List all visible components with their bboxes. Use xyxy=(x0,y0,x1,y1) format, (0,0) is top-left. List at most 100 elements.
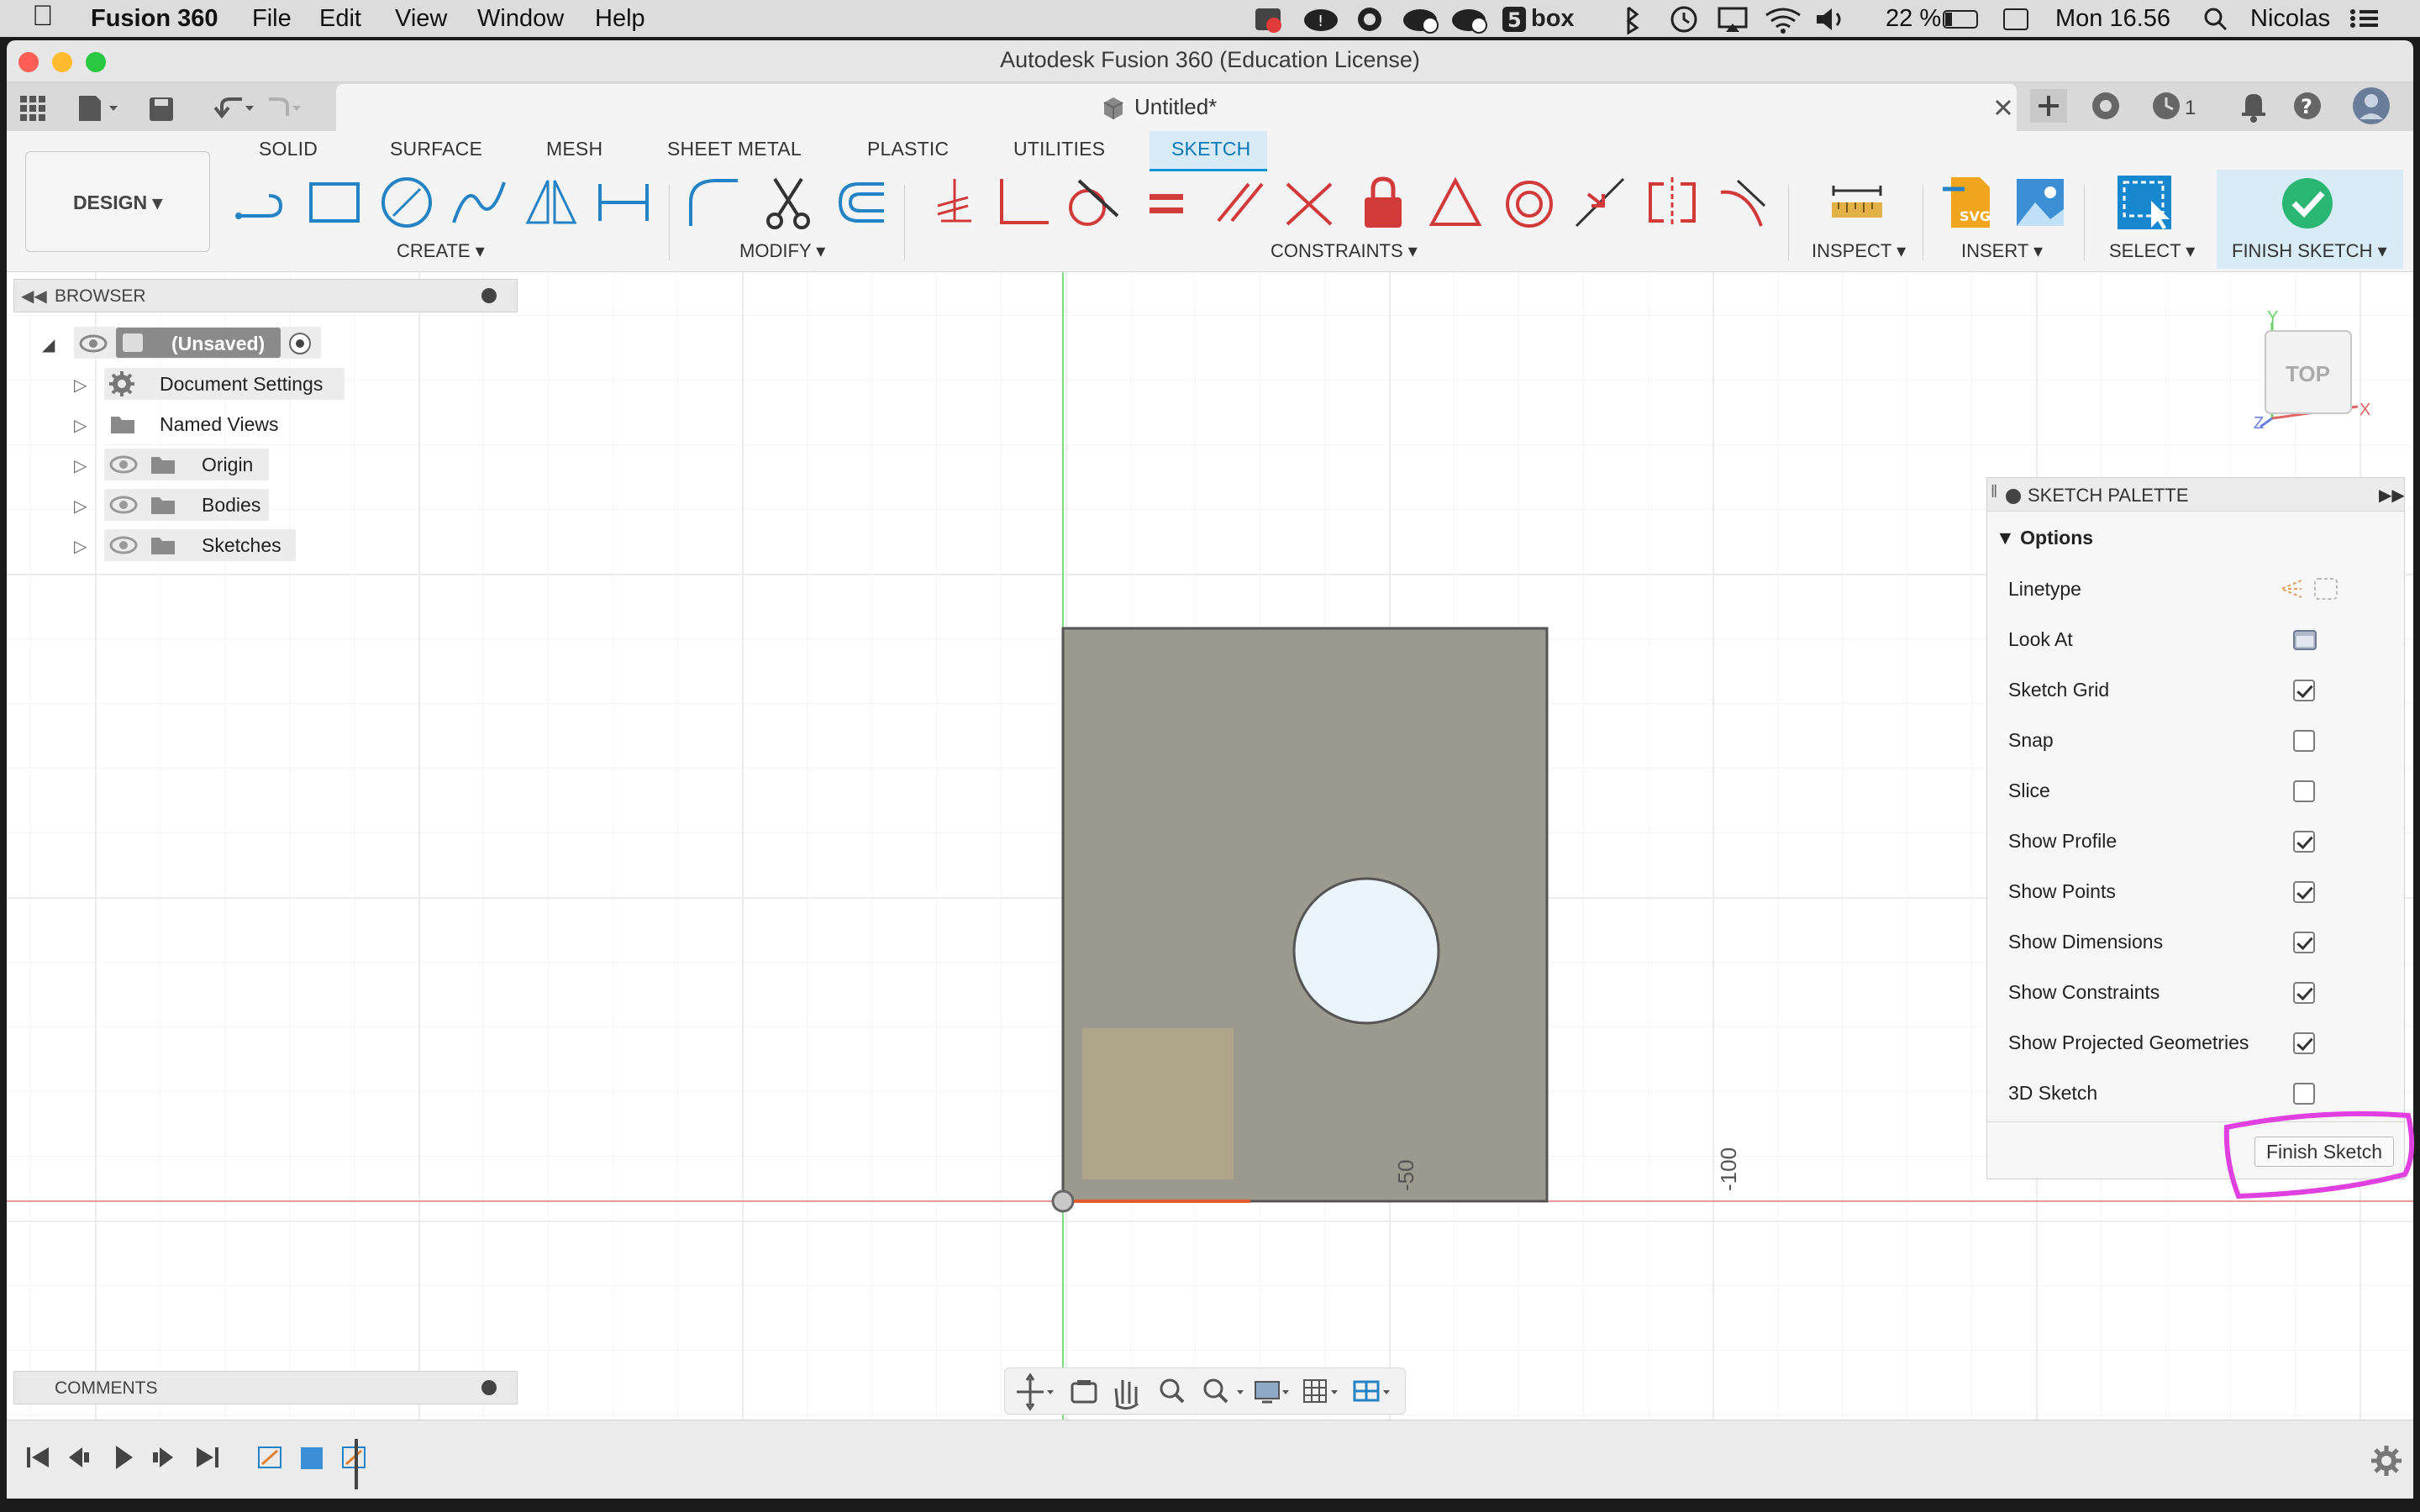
grid-settings-icon[interactable] xyxy=(1303,1379,1338,1403)
pan-hand-icon[interactable] xyxy=(1114,1380,1139,1410)
show-points-checkbox[interactable] xyxy=(2293,881,2315,903)
notifications-icon[interactable] xyxy=(2242,94,2265,123)
visibility-eye-icon[interactable] xyxy=(109,455,138,474)
timeline-play-icon[interactable] xyxy=(116,1446,133,1469)
expand-arrow-icon[interactable]: ▷ xyxy=(74,415,87,436)
menu-window[interactable]: Window xyxy=(477,4,564,33)
offset-tool-icon[interactable] xyxy=(829,172,889,233)
menu-edit[interactable]: Edit xyxy=(319,4,361,33)
tree-item-document-settings[interactable]: Document Settings xyxy=(160,368,323,400)
new-tab-icon[interactable] xyxy=(2030,89,2067,123)
box-app-icon[interactable]: box xyxy=(1531,4,1575,33)
slice-checkbox[interactable] xyxy=(2293,780,2315,802)
clock[interactable]: Mon 16.56 xyxy=(2055,4,2170,33)
time-machine-icon[interactable] xyxy=(1670,6,1697,33)
tab-plastic[interactable]: PLASTIC xyxy=(867,138,949,160)
show-profile-checkbox[interactable] xyxy=(2293,831,2315,853)
look-at-nav-icon[interactable] xyxy=(1071,1380,1097,1404)
close-tab-icon[interactable] xyxy=(1995,99,2012,116)
palette-grip-icon[interactable]: ‖ xyxy=(1991,483,1997,502)
finish-sketch-group-label[interactable]: FINISH SKETCH ▾ xyxy=(2232,240,2387,262)
palette-expand-icon[interactable]: ▶▶ xyxy=(2379,485,2405,506)
tab-utilities[interactable]: UTILITIES xyxy=(1013,138,1105,160)
document-tab[interactable]: Untitled* xyxy=(336,84,2017,131)
parallel-constraint-icon[interactable] xyxy=(1208,172,1269,233)
comments-panel-header[interactable]: COMMENTS xyxy=(13,1371,518,1404)
insert-group-label[interactable]: INSERT ▾ xyxy=(1961,240,2043,262)
volume-icon[interactable] xyxy=(1817,8,1841,30)
modify-group-label[interactable]: MODIFY ▾ xyxy=(739,240,825,262)
insert-svg-icon[interactable]: SVG xyxy=(1939,172,2000,233)
zoom-icon[interactable] xyxy=(1160,1378,1185,1404)
timeline-last-icon[interactable] xyxy=(197,1447,218,1467)
snap-checkbox[interactable] xyxy=(2293,730,2315,752)
dimension-tool-icon[interactable] xyxy=(593,172,654,233)
s-app-icon[interactable]: 5 xyxy=(1502,7,1526,32)
tab-sketch[interactable]: SKETCH xyxy=(1171,138,1251,160)
visibility-eye-icon[interactable] xyxy=(109,536,138,554)
help-icon[interactable]: ? xyxy=(2294,92,2321,119)
constraints-group-label[interactable]: CONSTRAINTS ▾ xyxy=(1270,240,1418,262)
job-status-icon[interactable] xyxy=(2153,92,2180,119)
show-dimensions-checkbox[interactable] xyxy=(2293,932,2315,953)
spline-tool-icon[interactable] xyxy=(449,172,509,233)
3d-sketch-checkbox[interactable] xyxy=(2293,1083,2315,1105)
keyboard-icon[interactable] xyxy=(2003,8,2028,30)
browser-header[interactable]: ◀◀ BROWSER xyxy=(13,279,518,312)
expand-arrow-icon[interactable]: ▷ xyxy=(74,496,87,517)
construction-linetype-icon[interactable] xyxy=(2279,580,2302,598)
select-group-label[interactable]: SELECT ▾ xyxy=(2109,240,2195,262)
tangent-constraint-icon[interactable] xyxy=(1062,172,1123,233)
tab-sheet-metal[interactable]: SHEET METAL xyxy=(667,138,802,160)
cloud-error-icon[interactable] xyxy=(1452,9,1487,34)
timeline-next-icon[interactable] xyxy=(153,1447,173,1467)
zoom-window-icon[interactable] xyxy=(1203,1378,1244,1404)
visibility-eye-icon[interactable] xyxy=(109,496,138,514)
timeline-sketch2-feature-icon[interactable] xyxy=(342,1446,366,1468)
midpoint-constraint-icon[interactable] xyxy=(1570,172,1630,233)
cloud-alert-icon[interactable]: ! xyxy=(1304,9,1338,31)
redo-icon[interactable] xyxy=(269,97,301,116)
activate-radio-icon[interactable] xyxy=(289,333,311,354)
origin-point-icon[interactable] xyxy=(1051,1189,1075,1213)
save-icon[interactable] xyxy=(150,97,173,121)
timeline-previous-icon[interactable] xyxy=(69,1447,89,1467)
symmetry-constraint-icon[interactable] xyxy=(1642,172,1702,233)
add-comment-icon[interactable] xyxy=(481,1380,497,1395)
tree-item-named-views[interactable]: Named Views xyxy=(160,408,278,440)
timeline-sketch-feature-icon[interactable] xyxy=(258,1446,281,1468)
app-name-menu[interactable]: Fusion 360 xyxy=(91,4,218,33)
perpendicular-constraint-icon[interactable] xyxy=(992,172,1052,233)
trim-tool-icon[interactable] xyxy=(758,172,818,233)
tab-surface[interactable]: SURFACE xyxy=(390,138,482,160)
create-group-label[interactable]: CREATE ▾ xyxy=(397,240,485,262)
tree-item-sketches[interactable]: Sketches xyxy=(202,529,281,561)
tree-item-origin[interactable]: Origin xyxy=(202,449,253,480)
undo-icon[interactable] xyxy=(213,97,254,119)
sketch-circle-hole[interactable] xyxy=(1292,877,1440,1025)
circle-tool-icon[interactable] xyxy=(376,172,437,233)
tree-item-bodies[interactable]: Bodies xyxy=(202,489,260,521)
dropbox-icon[interactable] xyxy=(1255,8,1281,33)
control-center-icon[interactable] xyxy=(2349,7,2380,30)
spotlight-icon[interactable] xyxy=(2203,7,2228,32)
extensions-icon[interactable] xyxy=(2092,92,2119,119)
menu-file[interactable]: File xyxy=(252,4,292,33)
viewports-icon[interactable] xyxy=(1353,1380,1390,1402)
battery-icon[interactable] xyxy=(1943,10,1978,29)
file-menu-icon[interactable] xyxy=(79,96,118,121)
sketch-small-profile[interactable] xyxy=(1082,1028,1234,1179)
sketch-grid-checkbox[interactable] xyxy=(2293,680,2315,701)
view-cube[interactable]: TOP Y X Z xyxy=(2249,304,2375,430)
visibility-eye-icon[interactable] xyxy=(79,334,108,353)
centerline-linetype-icon[interactable] xyxy=(2314,578,2338,600)
measure-ruler-icon[interactable] xyxy=(1827,172,1887,233)
bluetooth-icon[interactable] xyxy=(1626,6,1639,35)
perpendicular-x-constraint-icon[interactable] xyxy=(1279,172,1339,233)
sync-icon[interactable] xyxy=(1358,8,1381,31)
fix-lock-icon[interactable] xyxy=(1353,172,1413,233)
menu-help[interactable]: Help xyxy=(595,4,645,33)
inspect-group-label[interactable]: INSPECT ▾ xyxy=(1812,240,1906,262)
data-panel-icon[interactable] xyxy=(20,96,45,121)
show-constraints-checkbox[interactable] xyxy=(2293,982,2315,1004)
